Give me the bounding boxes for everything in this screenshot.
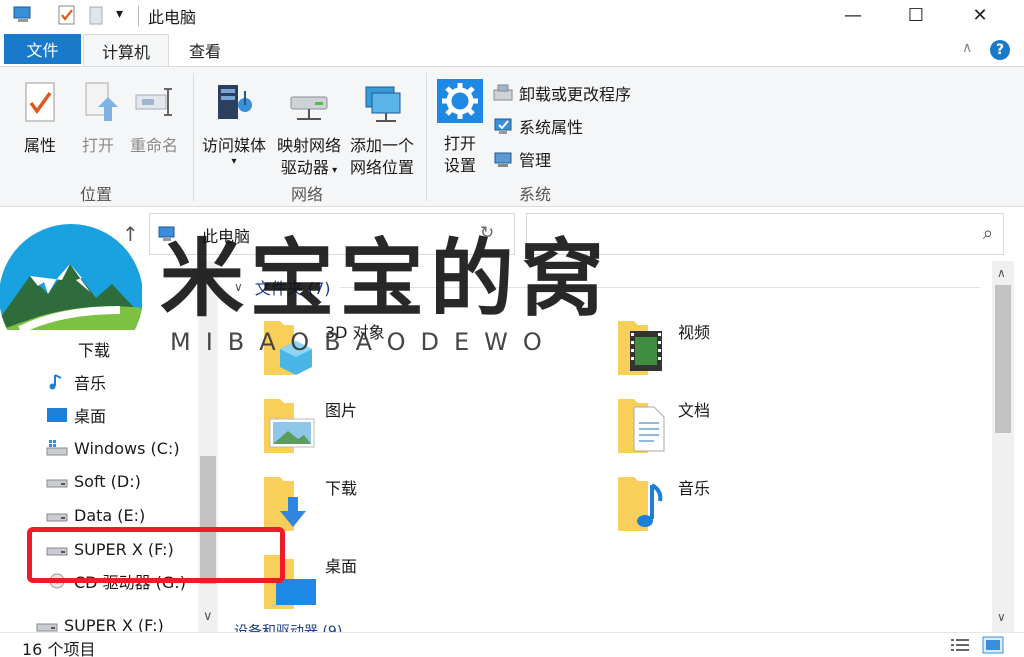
scroll-up-icon[interactable]: ∧ bbox=[997, 266, 1006, 280]
item-count: 16 个项目 bbox=[22, 640, 96, 657]
access-media-dropdown-icon: ▾ bbox=[231, 156, 237, 167]
drive-icon bbox=[46, 479, 68, 488]
folder-label-pictures[interactable]: 图片 bbox=[325, 397, 357, 421]
music-icon bbox=[49, 374, 62, 390]
uninstall-program-icon bbox=[493, 84, 513, 101]
open-icon bbox=[85, 82, 118, 121]
qat-dropdown-icon[interactable]: ▾ bbox=[116, 6, 123, 22]
minimize-button[interactable]: — bbox=[830, 0, 876, 30]
tab-computer[interactable]: 计算机 bbox=[83, 34, 169, 66]
title-bar: ▾ 此电脑 — ☐ ✕ bbox=[0, 0, 1024, 32]
windows-drive-icon bbox=[46, 440, 68, 456]
ribbon: 属性 打开 重命名 位置 访问媒体 ▾ 映射网络 驱动器 ▾ 添加一个 网络位置… bbox=[0, 66, 1024, 207]
nav-item-drive-e[interactable]: Data (E:) bbox=[46, 502, 145, 528]
map-network-drive-button[interactable]: 映射网络 驱动器 ▾ bbox=[272, 81, 346, 182]
download-icon bbox=[50, 340, 72, 358]
manage-label: 管理 bbox=[519, 151, 552, 170]
maximize-button[interactable]: ☐ bbox=[893, 0, 939, 30]
properties-check-icon bbox=[25, 82, 55, 122]
group-separator bbox=[193, 73, 194, 201]
nav-item-drive-d[interactable]: Soft (D:) bbox=[46, 468, 141, 494]
properties-label: 属性 bbox=[23, 136, 56, 155]
large-icons-view-icon[interactable] bbox=[982, 636, 1004, 654]
music-folder-icon[interactable] bbox=[614, 471, 674, 537]
uninstall-program-button[interactable]: 卸载或更改程序 bbox=[492, 81, 631, 105]
uninstall-label: 卸载或更改程序 bbox=[519, 85, 632, 104]
ribbon-tabs: 文件 计算机 查看 ∧ ? bbox=[0, 32, 1024, 66]
drive-icon bbox=[46, 513, 68, 522]
nav-scroll-down-icon[interactable]: ∨ bbox=[203, 609, 213, 624]
pictures-folder-icon[interactable] bbox=[260, 393, 320, 459]
nav-item-music[interactable]: 音乐 bbox=[46, 369, 106, 395]
window-title: 此电脑 bbox=[148, 8, 197, 27]
map-drive-label-2: 驱动器 ▾ bbox=[272, 157, 346, 182]
help-icon[interactable]: ? bbox=[990, 40, 1010, 60]
settings-gear-icon bbox=[437, 79, 483, 123]
map-drive-label-2-text: 驱动器 bbox=[280, 158, 329, 177]
desktop-icon bbox=[47, 408, 67, 422]
watermark-subtitle: MIBAOBAODEWO bbox=[170, 328, 557, 356]
nav-item-label: 下载 bbox=[78, 341, 111, 360]
folder-label-downloads[interactable]: 下载 bbox=[325, 475, 357, 499]
group-separator bbox=[426, 73, 427, 201]
properties-button[interactable]: 属性 bbox=[16, 81, 64, 157]
folder-label-music[interactable]: 音乐 bbox=[678, 475, 710, 499]
tab-view[interactable]: 查看 bbox=[172, 34, 238, 66]
nav-item-desktop[interactable]: 桌面 bbox=[46, 402, 106, 428]
nav-item-label: Data (E:) bbox=[74, 505, 146, 525]
mountain-logo-icon bbox=[0, 224, 142, 330]
open-label: 打开 bbox=[81, 136, 114, 155]
open-settings-label-2: 设置 bbox=[443, 156, 476, 175]
nav-item-drive-c[interactable]: Windows (C:) bbox=[46, 435, 180, 461]
manage-computer-icon bbox=[494, 152, 512, 167]
nav-item-label: Soft (D:) bbox=[74, 471, 141, 491]
status-bar: 16 个项目 bbox=[0, 632, 1024, 657]
nav-item-label: 桌面 bbox=[74, 407, 107, 426]
media-server-icon bbox=[218, 85, 252, 119]
group-label-location: 位置 bbox=[80, 185, 113, 204]
add-location-label-2: 网络位置 bbox=[349, 158, 414, 177]
map-drive-label-1: 映射网络 bbox=[276, 136, 341, 155]
system-properties-button[interactable]: 系统属性 bbox=[492, 114, 583, 138]
open-button[interactable]: 打开 bbox=[74, 81, 122, 157]
add-network-location-button[interactable]: 添加一个 网络位置 bbox=[346, 81, 418, 179]
content-scrollbar-thumb[interactable] bbox=[995, 285, 1011, 433]
access-media-label: 访问媒体 bbox=[201, 136, 266, 155]
videos-folder-icon[interactable] bbox=[614, 315, 674, 381]
network-location-icon bbox=[365, 86, 401, 122]
access-media-button[interactable]: 访问媒体 ▾ bbox=[198, 81, 270, 167]
watermark-title: 米宝宝的窝 bbox=[160, 229, 611, 328]
close-button[interactable]: ✕ bbox=[957, 0, 1003, 30]
add-location-label-1: 添加一个 bbox=[349, 136, 414, 155]
open-settings-label-1: 打开 bbox=[443, 134, 476, 153]
nav-item-downloads[interactable]: 下载 bbox=[50, 336, 110, 362]
open-settings-button[interactable]: 打开 设置 bbox=[436, 79, 484, 177]
this-pc-icon[interactable] bbox=[12, 4, 34, 26]
documents-folder-icon[interactable] bbox=[614, 393, 674, 459]
new-folder-icon[interactable] bbox=[86, 4, 108, 26]
highlight-box bbox=[27, 527, 285, 583]
rename-icon bbox=[135, 88, 172, 116]
search-icon[interactable]: ⌕ bbox=[983, 223, 993, 244]
folder-label-documents[interactable]: 文档 bbox=[678, 397, 710, 421]
manage-button[interactable]: 管理 bbox=[492, 147, 551, 171]
group-label-system: 系统 bbox=[519, 185, 552, 204]
nav-item-label: 音乐 bbox=[74, 374, 107, 393]
tab-file[interactable]: 文件 bbox=[4, 34, 81, 64]
folder-label-desktop[interactable]: 桌面 bbox=[325, 553, 357, 577]
folder-label-videos[interactable]: 视频 bbox=[678, 319, 710, 343]
collapse-ribbon-chevron-icon[interactable]: ∧ bbox=[962, 40, 972, 56]
group-label-network: 网络 bbox=[291, 185, 324, 204]
title-separator bbox=[138, 6, 139, 26]
scroll-down-icon[interactable]: ∨ bbox=[997, 610, 1006, 624]
network-drive-icon bbox=[290, 96, 328, 120]
rename-label: 重命名 bbox=[129, 136, 178, 155]
nav-item-label: Windows (C:) bbox=[74, 438, 180, 458]
details-view-icon[interactable] bbox=[950, 637, 970, 653]
rename-button[interactable]: 重命名 bbox=[124, 81, 184, 157]
system-properties-icon bbox=[494, 118, 512, 134]
properties-check-icon[interactable] bbox=[56, 4, 78, 26]
system-properties-label: 系统属性 bbox=[519, 118, 584, 137]
map-drive-dropdown-icon: ▾ bbox=[328, 165, 338, 176]
